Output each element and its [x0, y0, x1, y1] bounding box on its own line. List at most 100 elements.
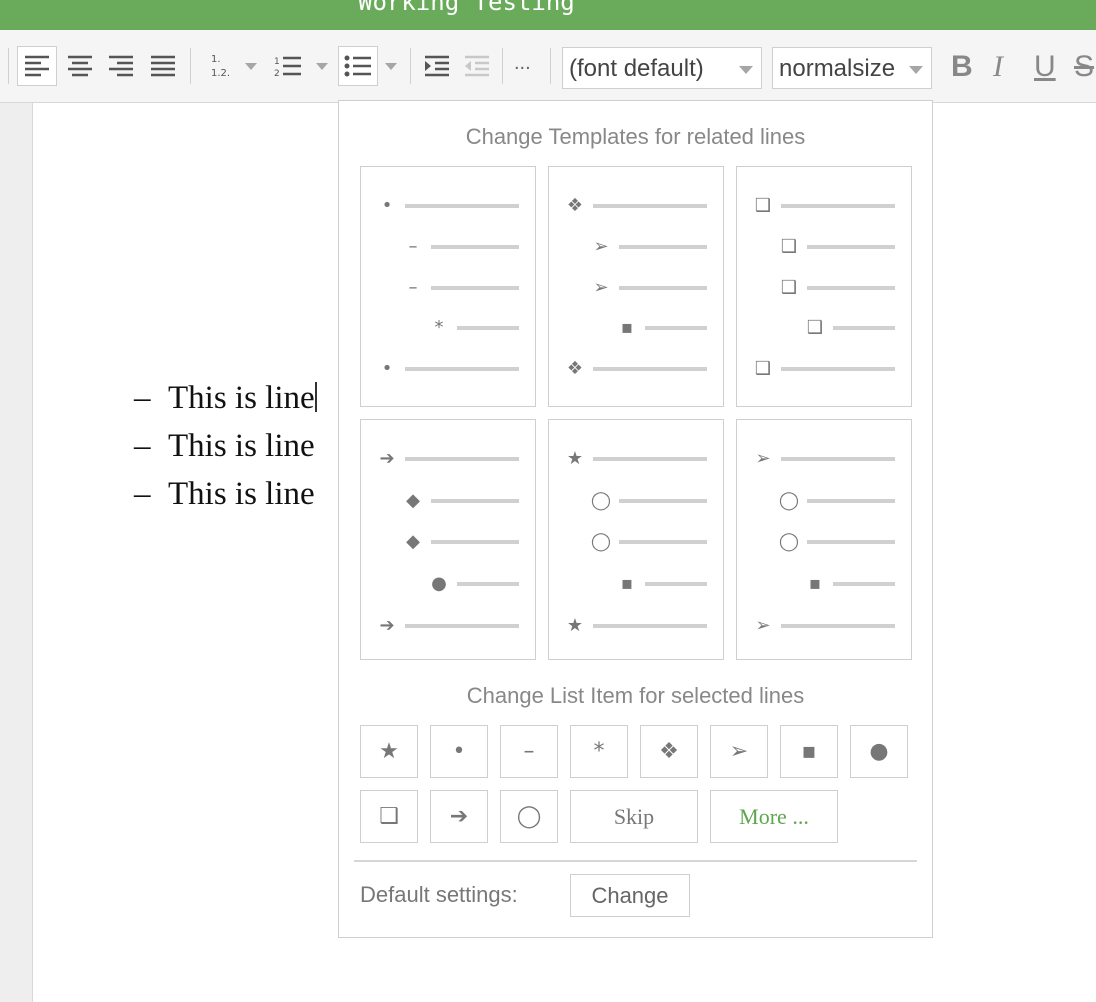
- align-justify-icon: [151, 55, 175, 77]
- square-icon: ▪: [801, 739, 817, 764]
- line-placeholder: [405, 457, 519, 461]
- line-placeholder: [619, 499, 707, 503]
- outdent-button[interactable]: [457, 46, 497, 86]
- document-line[interactable]: – This is line: [134, 476, 315, 513]
- diamond-icon: ◆: [406, 490, 420, 511]
- template-line: ◆: [361, 532, 535, 552]
- list-item-asterisk-button[interactable]: *: [570, 725, 628, 778]
- list-bullet: –: [134, 380, 151, 416]
- chevron-down-icon[interactable]: [316, 63, 328, 70]
- chevron-down-icon[interactable]: [385, 63, 397, 70]
- chevron-down-icon: [909, 66, 923, 74]
- line-placeholder: [833, 582, 895, 586]
- line-placeholder: [807, 286, 895, 290]
- more-tools-button[interactable]: ...: [514, 52, 531, 75]
- bold-button[interactable]: B: [951, 50, 973, 84]
- list-bullet: –: [134, 476, 151, 512]
- template-option[interactable]: ❖ ➢ ➢ ▪ ❖: [548, 166, 724, 407]
- line-placeholder: [431, 499, 519, 503]
- multilevel-numbering-button[interactable]: 1. 1.2.: [197, 46, 237, 86]
- svg-text:1.: 1.: [211, 54, 221, 65]
- align-justify-button[interactable]: [143, 46, 183, 86]
- shadowed-box-icon: ❑: [780, 236, 798, 257]
- template-option[interactable]: ❑ ❑ ❑ ❑ ❑: [736, 166, 912, 407]
- shadowed-box-icon: ❑: [806, 317, 824, 338]
- list-item-dash-button[interactable]: –: [500, 725, 558, 778]
- templates-heading: Change Templates for related lines: [465, 124, 806, 149]
- list-item-circle-button[interactable]: ●: [850, 725, 908, 778]
- underline-button[interactable]: U: [1034, 50, 1056, 84]
- line-placeholder: [405, 204, 519, 208]
- template-line: ❑: [737, 278, 911, 298]
- font-size-select[interactable]: normalsize: [772, 47, 932, 89]
- bullet-icon: •: [381, 195, 393, 216]
- template-line: ❖: [549, 196, 723, 216]
- template-line: *: [361, 318, 535, 338]
- line-placeholder: [781, 457, 895, 461]
- align-center-button[interactable]: [60, 46, 100, 86]
- ring-icon: ◯: [778, 490, 800, 511]
- list-item-diamond-cluster-button[interactable]: ❖: [640, 725, 698, 778]
- ring-icon: ◯: [590, 490, 612, 511]
- numbered-list-button[interactable]: 12: [268, 46, 308, 86]
- toolbar-separator: [410, 48, 411, 84]
- left-gutter: [0, 103, 33, 1002]
- toolbar-separator: [8, 48, 9, 84]
- template-line: ➔: [361, 449, 535, 469]
- list-item-bullet-button[interactable]: •: [430, 725, 488, 778]
- line-placeholder: [781, 204, 895, 208]
- svg-text:1: 1: [274, 57, 280, 67]
- template-line: •: [361, 196, 535, 216]
- align-center-icon: [68, 55, 92, 77]
- align-right-button[interactable]: [101, 46, 141, 86]
- chevron-down-icon[interactable]: [245, 63, 257, 70]
- change-default-button[interactable]: Change: [570, 874, 690, 917]
- template-line: ●: [361, 574, 535, 594]
- skip-button[interactable]: Skip: [570, 790, 698, 843]
- arrow-icon: ➔: [379, 615, 395, 636]
- list-item-arrow-button[interactable]: ➔: [430, 790, 488, 843]
- line-placeholder: [619, 540, 707, 544]
- template-line: ➢: [737, 449, 911, 469]
- align-left-button[interactable]: [17, 46, 57, 86]
- default-settings-label: Default settings:: [360, 882, 518, 907]
- arrowhead-icon: ➢: [593, 277, 609, 298]
- font-size-value: normalsize: [779, 55, 896, 82]
- font-family-select[interactable]: (font default): [562, 47, 762, 89]
- line-placeholder: [807, 245, 895, 249]
- template-option[interactable]: • – – * •: [360, 166, 536, 407]
- align-right-icon: [109, 55, 133, 77]
- square-icon: ▪: [808, 573, 822, 594]
- diamond-cluster-icon: ❖: [566, 358, 584, 379]
- template-line: ❑: [737, 359, 911, 379]
- shadowed-box-icon: ❑: [754, 195, 772, 216]
- square-icon: ▪: [620, 573, 634, 594]
- template-line: ◯: [549, 532, 723, 552]
- list-item-shadowed-box-button[interactable]: ❑: [360, 790, 418, 843]
- italic-button[interactable]: I: [993, 50, 1003, 84]
- circle-icon: ●: [869, 739, 889, 764]
- bullet-list-button[interactable]: [338, 46, 378, 86]
- line-placeholder: [619, 286, 707, 290]
- list-item-star-button[interactable]: ★: [360, 725, 418, 778]
- toolbar-separator: [550, 48, 551, 84]
- strikethrough-button[interactable]: S: [1074, 50, 1094, 84]
- arrowhead-icon: ➢: [755, 615, 771, 636]
- template-option[interactable]: ➢ ◯ ◯ ▪ ➢: [736, 419, 912, 660]
- bullet-icon: •: [452, 739, 466, 764]
- diamond-icon: ◆: [406, 531, 420, 552]
- template-line: ➢: [549, 237, 723, 257]
- template-line: ◆: [361, 491, 535, 511]
- list-item-ring-button[interactable]: ◯: [500, 790, 558, 843]
- document-line[interactable]: – This is line: [134, 380, 317, 417]
- title-bar: Working Testing: [0, 0, 1096, 30]
- document-line[interactable]: – This is line: [134, 428, 315, 465]
- line-placeholder: [645, 582, 707, 586]
- list-item-square-button[interactable]: ▪: [780, 725, 838, 778]
- line-text: This is line: [168, 380, 315, 416]
- template-option[interactable]: ★ ◯ ◯ ▪ ★: [548, 419, 724, 660]
- indent-button[interactable]: [417, 46, 457, 86]
- template-option[interactable]: ➔ ◆ ◆ ● ➔: [360, 419, 536, 660]
- list-item-arrowhead-button[interactable]: ➢: [710, 725, 768, 778]
- more-button[interactable]: More ...: [710, 790, 838, 843]
